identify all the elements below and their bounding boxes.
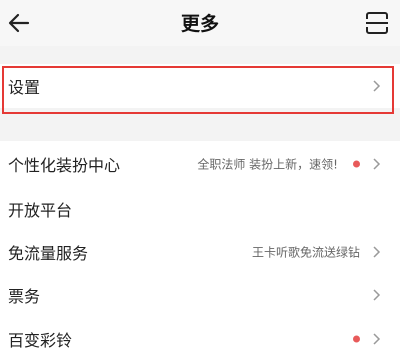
- chevron-right-icon: [373, 158, 381, 170]
- chevron-right-icon: [373, 246, 381, 258]
- list-item-ringtones[interactable]: 百变彩铃: [0, 317, 400, 361]
- list-item-detail: 全职法师 装扮上新，速领!: [197, 157, 338, 172]
- page-title: 更多: [180, 13, 219, 35]
- top-bar: 更多: [0, 0, 400, 46]
- list-item-personalization[interactable]: 个性化装扮中心 全职法师 装扮上新，速领!: [0, 142, 400, 186]
- list-item-label: 免流量服务: [8, 244, 89, 263]
- settings-label: 设置: [8, 78, 41, 97]
- list-item-label: 个性化装扮中心: [8, 156, 121, 175]
- list-item-data-free-service[interactable]: 免流量服务 王卡听歌免流送绿钻: [0, 230, 400, 274]
- settings-row[interactable]: 设置: [0, 64, 400, 108]
- list-item-label: 票务: [8, 287, 41, 306]
- more-options-list: 个性化装扮中心 全职法师 装扮上新，速领! 开放平台 免流量服务 王卡听歌免流送…: [0, 141, 400, 361]
- notification-dot: [353, 335, 360, 343]
- list-item-label: 百变彩铃: [8, 331, 73, 350]
- list-item-label: 开放平台: [8, 201, 73, 220]
- chevron-right-icon: [373, 80, 381, 92]
- list-item-detail: 王卡听歌免流送绿钻: [251, 245, 360, 260]
- notification-dot: [353, 160, 360, 168]
- list-item-open-platform[interactable]: 开放平台: [0, 187, 400, 231]
- chevron-right-icon: [373, 333, 381, 345]
- chevron-right-icon: [373, 289, 381, 301]
- list-item-tickets[interactable]: 票务: [0, 273, 400, 317]
- scan-icon[interactable]: [364, 10, 390, 36]
